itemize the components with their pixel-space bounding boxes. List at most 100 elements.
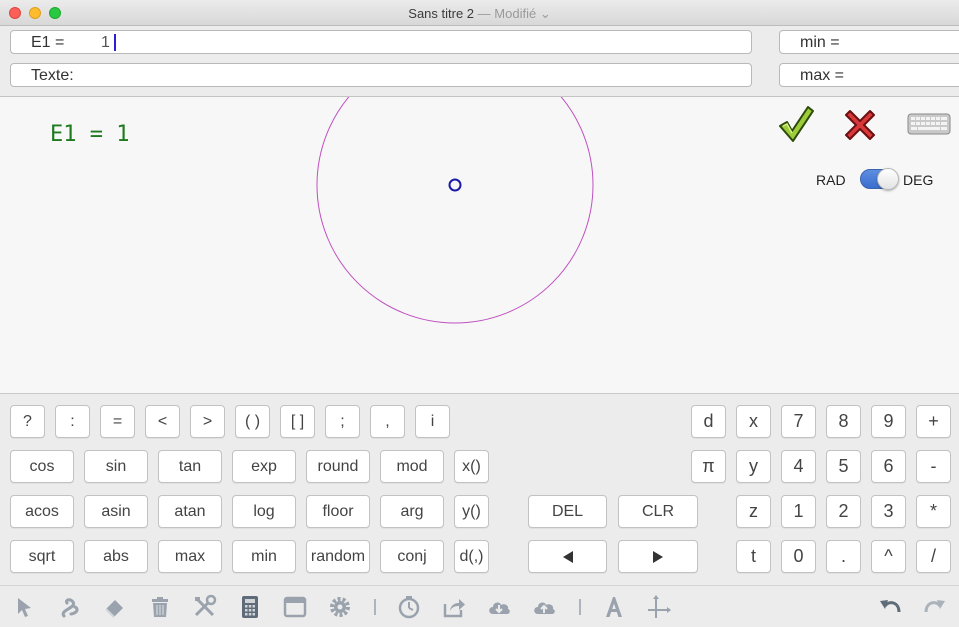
max-field[interactable]: max = bbox=[779, 63, 959, 87]
pointer-icon bbox=[18, 598, 31, 617]
key-log[interactable]: log bbox=[232, 495, 296, 528]
text-tool[interactable] bbox=[601, 594, 627, 620]
angle-mode-toggle[interactable] bbox=[860, 168, 899, 190]
key-comma[interactable]: , bbox=[370, 405, 405, 438]
circle-shape[interactable] bbox=[316, 97, 594, 324]
clr-button[interactable]: CLR bbox=[618, 495, 698, 528]
geometry-canvas[interactable]: E1 = 1 RAD DEG bbox=[0, 97, 959, 394]
key-tan[interactable]: tan bbox=[158, 450, 222, 483]
key-conj[interactable]: conj bbox=[380, 540, 444, 573]
calculator-tool[interactable] bbox=[237, 594, 263, 620]
rad-label: RAD bbox=[816, 172, 846, 188]
key-8[interactable]: 8 bbox=[826, 405, 861, 438]
key-y[interactable]: y bbox=[736, 450, 771, 483]
key-1[interactable]: 1 bbox=[781, 495, 816, 528]
timer-tool[interactable] bbox=[396, 594, 422, 620]
key-acos[interactable]: acos bbox=[10, 495, 74, 528]
key-asin[interactable]: asin bbox=[84, 495, 148, 528]
key-7[interactable]: 7 bbox=[781, 405, 816, 438]
key-equals[interactable]: = bbox=[100, 405, 135, 438]
key-2[interactable]: 2 bbox=[826, 495, 861, 528]
cloud-download-tool[interactable] bbox=[486, 594, 512, 620]
key-derivative[interactable]: d(,) bbox=[454, 540, 489, 573]
delete-tool[interactable] bbox=[147, 594, 173, 620]
timer-icon bbox=[398, 596, 420, 619]
key-semicolon[interactable]: ; bbox=[325, 405, 360, 438]
e1-field[interactable]: E1 = 1 bbox=[10, 30, 752, 54]
key-less-than[interactable]: < bbox=[145, 405, 180, 438]
key-3[interactable]: 3 bbox=[871, 495, 906, 528]
redo-button[interactable] bbox=[922, 594, 948, 620]
key-brackets[interactable]: [ ] bbox=[280, 405, 315, 438]
min-field[interactable]: min = bbox=[779, 30, 959, 54]
center-point[interactable] bbox=[448, 178, 462, 192]
key-min[interactable]: min bbox=[232, 540, 296, 573]
key-cos[interactable]: cos bbox=[10, 450, 74, 483]
key-plus[interactable]: + bbox=[916, 405, 951, 438]
key-mod[interactable]: mod bbox=[380, 450, 444, 483]
key-minus[interactable]: - bbox=[916, 450, 951, 483]
max-label: max = bbox=[800, 67, 845, 84]
key-parentheses[interactable]: ( ) bbox=[235, 405, 270, 438]
key-4[interactable]: 4 bbox=[781, 450, 816, 483]
key-sqrt[interactable]: sqrt bbox=[10, 540, 74, 573]
key-x-func[interactable]: x() bbox=[454, 450, 489, 483]
axes-tool[interactable] bbox=[646, 594, 672, 620]
key-question[interactable]: ? bbox=[10, 405, 45, 438]
key-exp[interactable]: exp bbox=[232, 450, 296, 483]
key-atan[interactable]: atan bbox=[158, 495, 222, 528]
toolbar-divider bbox=[374, 599, 376, 615]
key-floor[interactable]: floor bbox=[306, 495, 370, 528]
key-x[interactable]: x bbox=[736, 405, 771, 438]
cloud-upload-icon bbox=[534, 602, 555, 614]
curve-tool[interactable] bbox=[57, 594, 83, 620]
key-d[interactable]: d bbox=[691, 405, 726, 438]
key-random[interactable]: random bbox=[306, 540, 370, 573]
del-button[interactable]: DEL bbox=[528, 495, 607, 528]
key-5[interactable]: 5 bbox=[826, 450, 861, 483]
key-colon[interactable]: : bbox=[55, 405, 90, 438]
settings-tools[interactable] bbox=[192, 594, 218, 620]
toggle-knob[interactable] bbox=[877, 168, 899, 190]
keyboard-button[interactable] bbox=[906, 111, 952, 137]
key-i[interactable]: i bbox=[415, 405, 450, 438]
arrow-right-icon bbox=[653, 550, 663, 563]
key-greater-than[interactable]: > bbox=[190, 405, 225, 438]
window-tool[interactable] bbox=[282, 594, 308, 620]
confirm-button[interactable] bbox=[777, 104, 815, 144]
cloud-upload-tool[interactable] bbox=[531, 594, 557, 620]
gear-tool[interactable] bbox=[327, 594, 353, 620]
key-max[interactable]: max bbox=[158, 540, 222, 573]
cancel-button[interactable] bbox=[840, 105, 880, 145]
bottom-toolbar bbox=[0, 585, 959, 627]
key-round[interactable]: round bbox=[306, 450, 370, 483]
key-0[interactable]: 0 bbox=[781, 540, 816, 573]
key-multiply[interactable]: * bbox=[916, 495, 951, 528]
key-9[interactable]: 9 bbox=[871, 405, 906, 438]
gear-icon bbox=[330, 597, 350, 617]
text-icon bbox=[606, 597, 622, 617]
key-sin[interactable]: sin bbox=[84, 450, 148, 483]
eraser-tool[interactable] bbox=[102, 594, 128, 620]
key-divide[interactable]: / bbox=[916, 540, 951, 573]
deg-label: DEG bbox=[903, 172, 934, 188]
chevron-down-icon[interactable]: ⌄ bbox=[536, 6, 551, 21]
share-icon bbox=[443, 599, 465, 618]
key-y-func[interactable]: y() bbox=[454, 495, 489, 528]
share-tool[interactable] bbox=[441, 594, 467, 620]
cursor-right-button[interactable] bbox=[618, 540, 698, 573]
min-label: min = bbox=[800, 34, 840, 51]
title-bar: Sans titre 2 — Modifié ⌄ bbox=[0, 0, 959, 26]
key-6[interactable]: 6 bbox=[871, 450, 906, 483]
undo-button[interactable] bbox=[877, 594, 903, 620]
key-decimal[interactable]: . bbox=[826, 540, 861, 573]
key-arg[interactable]: arg bbox=[380, 495, 444, 528]
pointer-tool[interactable] bbox=[12, 594, 38, 620]
key-pi[interactable]: π bbox=[691, 450, 726, 483]
key-z[interactable]: z bbox=[736, 495, 771, 528]
key-t[interactable]: t bbox=[736, 540, 771, 573]
texte-field[interactable]: Texte: bbox=[10, 63, 752, 87]
cursor-left-button[interactable] bbox=[528, 540, 607, 573]
key-abs[interactable]: abs bbox=[84, 540, 148, 573]
key-power[interactable]: ^ bbox=[871, 540, 906, 573]
